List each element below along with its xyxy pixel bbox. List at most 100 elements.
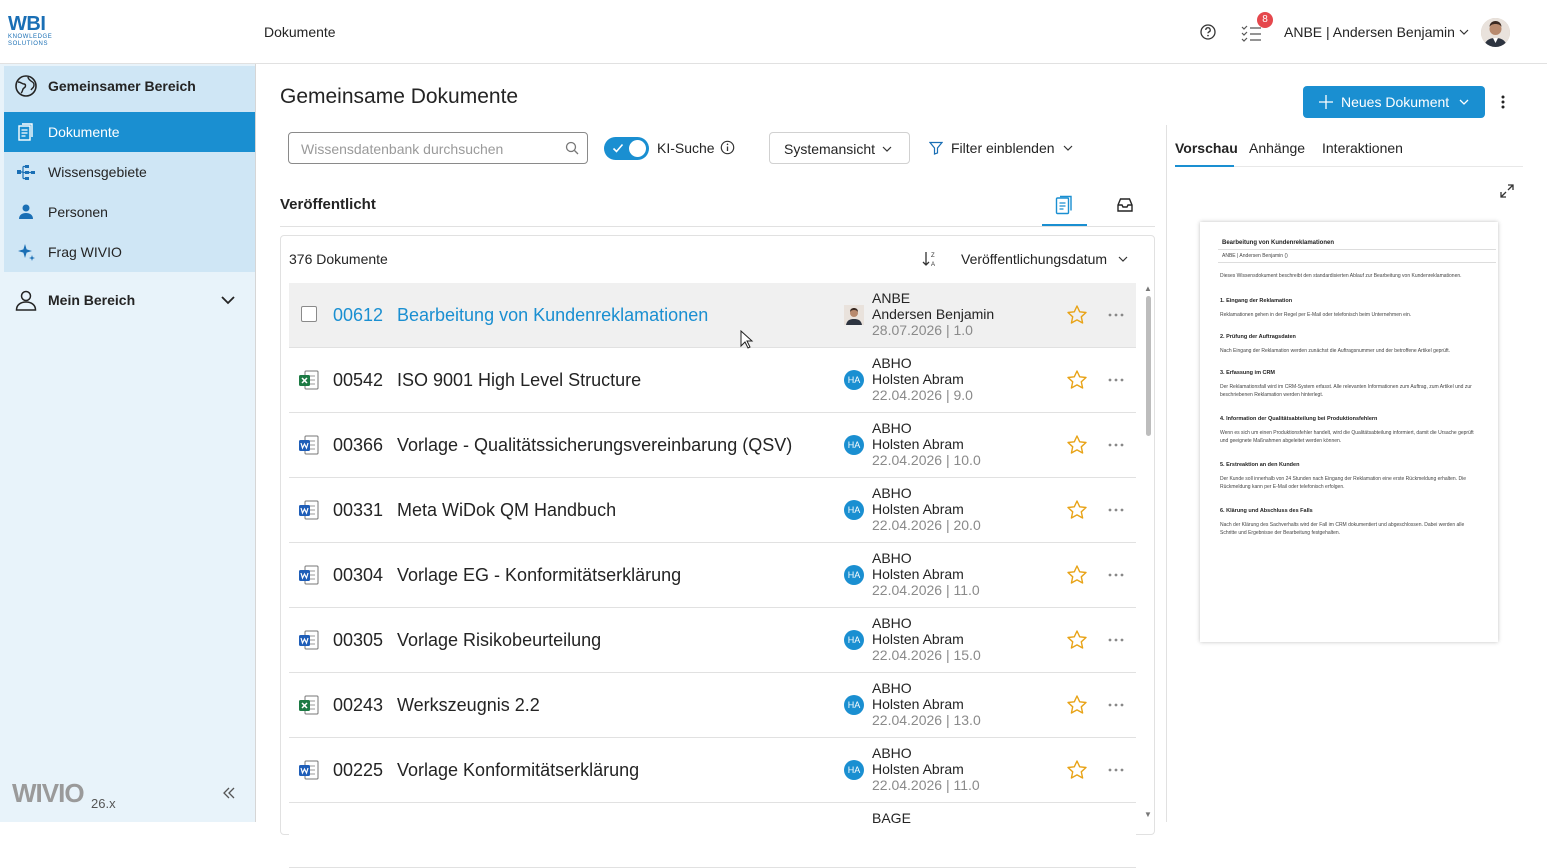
favorite-star-icon[interactable] [1066, 694, 1088, 716]
more-horizontal-icon[interactable] [1107, 504, 1125, 516]
preview-intro: Dieses Wissensdokument beschreibt den st… [1220, 273, 1462, 279]
tab-vorschau[interactable]: Vorschau [1175, 140, 1238, 156]
document-number[interactable]: 00304 [333, 565, 383, 586]
search-box[interactable] [288, 132, 588, 164]
document-title-link[interactable]: Vorlage Konformitätserklärung [397, 760, 639, 781]
more-horizontal-icon[interactable] [1107, 374, 1125, 386]
table-row[interactable]: BAGE [289, 803, 1136, 868]
table-row[interactable]: 00243 Werkszeugnis 2.2 HA ABHO Holsten Abram… [289, 673, 1136, 738]
sidebar-shared-area[interactable]: Gemeinsamer Bereich [4, 66, 255, 106]
more-vertical-icon[interactable] [1497, 94, 1509, 110]
preview-doc-title: Bearbeitung von Kundenreklamationen [1222, 240, 1335, 246]
favorite-star-icon[interactable] [1066, 564, 1088, 586]
document-number[interactable]: 00225 [333, 760, 383, 781]
document-number[interactable]: 00331 [333, 500, 383, 521]
chevron-down-icon[interactable] [1118, 254, 1128, 264]
tab-published-documents[interactable] [1042, 186, 1087, 226]
search-input[interactable] [301, 139, 551, 159]
favorite-star-icon[interactable] [1066, 304, 1088, 326]
more-horizontal-icon[interactable] [1107, 439, 1125, 451]
ki-search-toggle[interactable] [604, 137, 649, 160]
svg-text:Z: Z [931, 253, 935, 259]
search-icon[interactable] [565, 141, 579, 155]
inbox-icon [1117, 198, 1133, 212]
chevron-down-icon[interactable] [1458, 26, 1470, 38]
document-title-link[interactable]: Vorlage EG - Konformitätserklärung [397, 565, 681, 586]
sidebar-my-area[interactable]: Mein Bereich [4, 280, 255, 320]
document-meta: ABHO Holsten Abram 22.04.2026 | 13.0 [872, 680, 981, 728]
author-avatar [844, 305, 864, 325]
table-row[interactable]: 00331 Meta WiDok QM Handbuch HA ABHO Holsten… [289, 478, 1136, 543]
user-avatar[interactable] [1481, 18, 1510, 47]
table-row[interactable]: 00225 Vorlage Konformitätserklärung HA ABHO… [289, 738, 1136, 803]
favorite-star-icon[interactable] [1066, 434, 1088, 456]
collapse-sidebar-icon[interactable] [222, 786, 236, 800]
author-short: ABHO [872, 615, 912, 631]
document-title-link[interactable]: Vorlage - Qualitätssicherungsvereinbarun… [397, 435, 792, 456]
author-short: BAGE [872, 810, 911, 826]
chevron-down-icon[interactable] [220, 293, 236, 307]
more-horizontal-icon[interactable] [1107, 764, 1125, 776]
author-name: Holsten Abram [872, 566, 964, 582]
document-number[interactable]: 00305 [333, 630, 383, 651]
table-row[interactable]: 00304 Vorlage EG - Konformitätserklärung H… [289, 543, 1136, 608]
user-menu-label[interactable]: ANBE | Andersen Benjamin [1284, 24, 1455, 40]
sidebar-item-dokumente[interactable]: Dokumente [4, 112, 255, 152]
sort-field-select[interactable]: Veröffentlichungsdatum [961, 251, 1107, 267]
scroll-up-arrow[interactable]: ▲ [1144, 284, 1152, 293]
sidebar-item-personen[interactable]: Personen [4, 192, 255, 232]
more-horizontal-icon[interactable] [1107, 634, 1125, 646]
preview-section-heading: 1. Eingang der Reklamation [1220, 298, 1293, 304]
favorite-star-icon[interactable] [1066, 369, 1088, 391]
author-avatar: HA [844, 760, 864, 780]
help-icon[interactable] [1199, 23, 1217, 41]
document-title-link[interactable]: Bearbeitung von Kundenreklamationen [397, 305, 708, 326]
document-title-link[interactable]: Werkszeugnis 2.2 [397, 695, 540, 716]
document-title-link[interactable]: Meta WiDok QM Handbuch [397, 500, 616, 521]
info-icon[interactable] [720, 140, 735, 155]
table-row[interactable]: 00305 Vorlage Risikobeurteilung HA ABHO Hols… [289, 608, 1136, 673]
more-horizontal-icon[interactable] [1107, 309, 1125, 321]
table-row[interactable]: 00366 Vorlage - Qualitätssicherungsverein… [289, 413, 1136, 478]
preview-section-heading: 5. Erstreaktion an den Kunden [1220, 462, 1300, 468]
word-file-icon [299, 565, 319, 585]
scroll-down-arrow[interactable]: ▼ [1144, 810, 1152, 819]
document-number[interactable]: 00612 [333, 305, 383, 326]
document-title-link[interactable]: ISO 9001 High Level Structure [397, 370, 641, 391]
tab-anhaenge[interactable]: Anhänge [1249, 140, 1305, 156]
document-number[interactable]: 00243 [333, 695, 383, 716]
favorite-star-icon[interactable] [1066, 759, 1088, 781]
tab-archive[interactable] [1105, 186, 1145, 226]
view-select[interactable]: Systemansicht [769, 132, 910, 164]
wbi-logo[interactable]: WBI KNOWLEDGE SOLUTIONS [8, 14, 64, 50]
wivio-brand: WIVIO [12, 778, 85, 808]
author-short: ABHO [872, 550, 912, 566]
publish-date-version: 22.04.2026 | 11.0 [872, 582, 980, 598]
word-file-icon [299, 435, 319, 455]
document-number[interactable]: 00366 [333, 435, 383, 456]
scrollbar-thumb[interactable] [1146, 296, 1151, 436]
table-row[interactable]: 00612 Bearbeitung von Kundenreklamationen… [289, 283, 1136, 348]
sidebar-item-wissensgebiete[interactable]: Wissensgebiete [4, 152, 255, 192]
document-preview-page[interactable]: Bearbeitung von Kundenreklamationen ANBE… [1200, 222, 1498, 642]
author-avatar: HA [844, 630, 864, 650]
tab-interaktionen[interactable]: Interaktionen [1322, 140, 1403, 156]
table-row[interactable]: 00542 ISO 9001 High Level Structure HA ABHO… [289, 348, 1136, 413]
sparkle-icon [18, 244, 35, 261]
document-title-link[interactable]: Vorlage Risikobeurteilung [397, 630, 601, 651]
sidebar-item-frag-wivio[interactable]: Frag WIVIO [4, 232, 255, 272]
more-horizontal-icon[interactable] [1107, 569, 1125, 581]
expand-icon[interactable] [1500, 184, 1514, 198]
sidebar-item-label: Wissensgebiete [48, 164, 147, 180]
more-horizontal-icon[interactable] [1107, 699, 1125, 711]
row-checkbox[interactable] [301, 306, 317, 322]
author-short: ANBE [872, 290, 911, 306]
author-avatar: HA [844, 370, 864, 390]
favorite-star-icon[interactable] [1066, 629, 1088, 651]
new-document-button[interactable]: Neues Dokument [1303, 86, 1485, 118]
favorite-star-icon[interactable] [1066, 499, 1088, 521]
excel-file-icon [299, 695, 319, 715]
document-number[interactable]: 00542 [333, 370, 383, 391]
sidebar-my-area-label: Mein Bereich [48, 292, 136, 308]
sort-direction-icon[interactable]: Z A [921, 250, 939, 268]
